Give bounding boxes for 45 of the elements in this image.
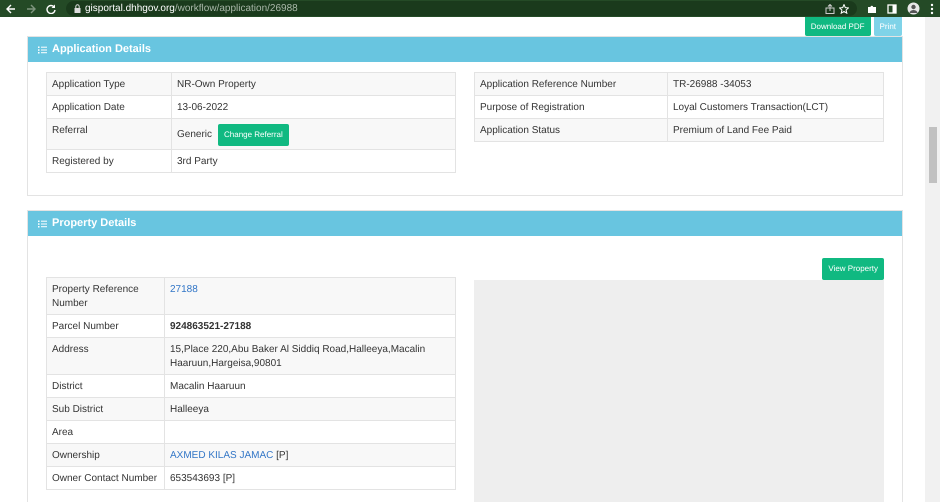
field-value: 3rd Party xyxy=(177,156,218,167)
field-value: TR-26988 -34053 xyxy=(673,79,752,90)
change-referral-button[interactable]: Change Referral xyxy=(218,124,289,146)
view-property-button[interactable]: View Property xyxy=(822,258,884,280)
field-value: Loyal Customers Transaction(LCT) xyxy=(673,102,828,113)
back-icon[interactable] xyxy=(6,4,16,14)
value-suffix: [P] xyxy=(222,473,236,484)
field-value: 924863521-27188 xyxy=(170,321,252,332)
reload-icon[interactable] xyxy=(46,4,56,14)
value-link[interactable]: 27188 xyxy=(170,284,198,295)
print-button[interactable]: Print xyxy=(874,17,902,36)
field-value: 653543693 xyxy=(170,473,220,484)
scrollbar[interactable] xyxy=(925,17,940,502)
menu-icon[interactable] xyxy=(930,2,934,14)
field-label: Ownership xyxy=(46,444,164,466)
list-icon xyxy=(38,220,47,228)
field-label: Application Type xyxy=(46,72,172,96)
lock-icon xyxy=(74,4,81,13)
field-label: Sub District xyxy=(46,398,164,420)
value-suffix: [P] xyxy=(276,450,288,461)
avatar-icon[interactable] xyxy=(907,2,920,15)
field-label: Application Status xyxy=(474,118,668,142)
field-value: Premium of Land Fee Paid xyxy=(673,125,792,136)
field-label: Application Reference Number xyxy=(474,72,668,96)
share-icon[interactable] xyxy=(825,4,835,14)
field-label: Owner Contact Number xyxy=(46,466,164,490)
field-label: Registered by xyxy=(46,150,172,172)
url-text: gisportal.dhhgov.org/workflow/application/26988 xyxy=(85,2,298,16)
field-label: Referral xyxy=(46,118,172,150)
field-value: Macalin Haaruun xyxy=(170,381,246,392)
sidebar-icon[interactable] xyxy=(887,4,897,14)
address-bar[interactable]: gisportal.dhhgov.org/workflow/application/26988 xyxy=(66,1,857,16)
star-icon[interactable] xyxy=(839,4,849,14)
section-title: Application Details xyxy=(52,42,152,58)
field-value: NR-Own Property xyxy=(177,79,256,90)
list-icon xyxy=(38,46,47,54)
field-value: 13-06-2022 xyxy=(177,102,228,113)
field-label: Property Reference Number xyxy=(46,278,164,314)
value-link[interactable]: AXMED KILAS JAMAC xyxy=(170,450,274,461)
field-value: 15,Place 220,Abu Baker Al Siddiq Road,Halleeya,Macalin Haaruun,Hargeisa,90801 xyxy=(170,344,426,369)
field-value: Generic xyxy=(177,129,212,140)
field-value: Halleeya xyxy=(170,404,209,415)
section-title: Property Details xyxy=(52,216,136,232)
download-button[interactable]: Download PDF xyxy=(804,17,871,36)
field-label: Address xyxy=(46,338,164,374)
